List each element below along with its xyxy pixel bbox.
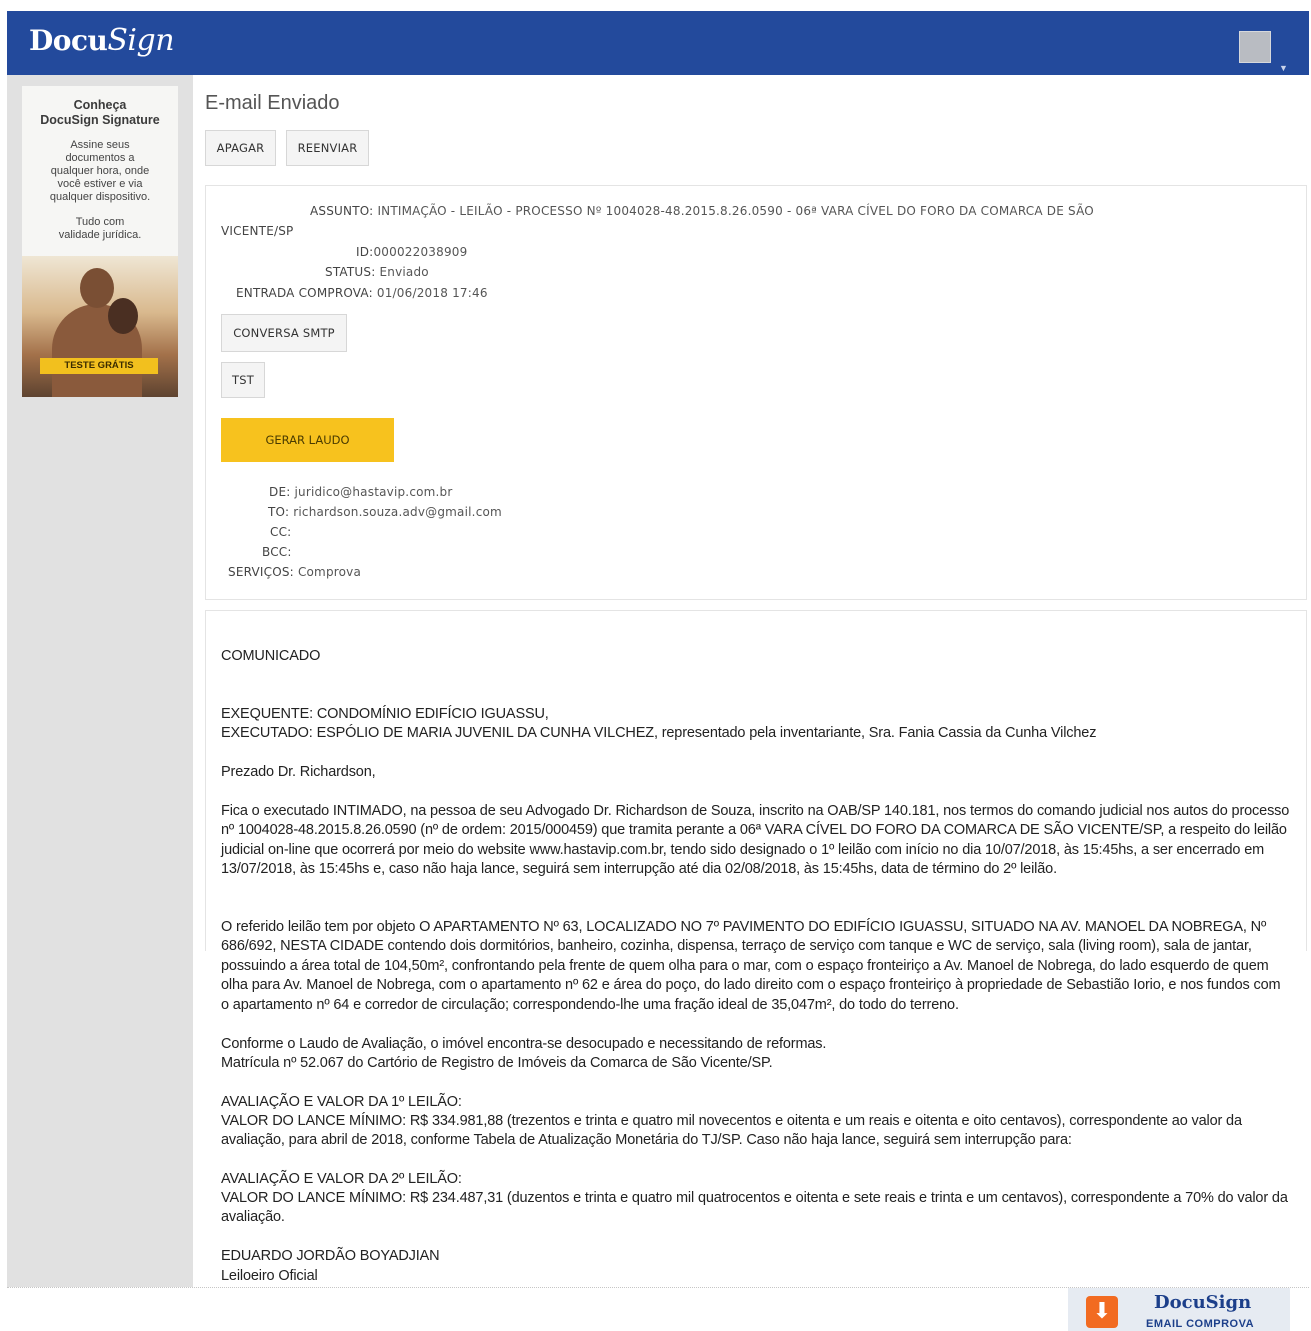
subject-label: ASSUNTO: xyxy=(310,204,374,218)
user-avatar[interactable] xyxy=(1239,31,1271,63)
photo-figure xyxy=(80,268,114,308)
message-heading: COMUNICADO xyxy=(221,648,321,664)
promo-text-line: você estiver e via xyxy=(57,178,143,190)
from-row: DE: juridico@hastavip.com.br xyxy=(269,485,453,499)
subject-value: INTIMAÇÃO - LEILÃO - PROCESSO Nº 1004028… xyxy=(377,204,1094,218)
badge-subtitle: EMAIL COMPROVA xyxy=(1146,1318,1255,1330)
chevron-down-icon[interactable]: ▼ xyxy=(1279,63,1288,73)
download-arrow-icon: ⬇ xyxy=(1086,1296,1118,1328)
to-label: TO: xyxy=(268,505,290,519)
delete-button[interactable]: APAGAR xyxy=(205,130,276,166)
photo-figure xyxy=(108,298,138,334)
paragraph-appraisal-note: Conforme o Laudo de Avaliação, o imóvel … xyxy=(221,1036,827,1052)
page-title: E-mail Enviado xyxy=(205,92,340,114)
entry-label: ENTRADA COMPROVA: xyxy=(236,286,373,300)
promo-text-line: Assine seus xyxy=(70,139,130,151)
entry-row: ENTRADA COMPROVA: 01/06/2018 17:46 xyxy=(236,286,488,300)
promo-title-line: DocuSign Signature xyxy=(40,113,160,127)
logo-text: Docu xyxy=(29,24,108,57)
services-row: SERVIÇOS: Comprova xyxy=(228,565,361,579)
id-row: ID:000022038909 xyxy=(356,245,467,259)
signer-name: EDUARDO JORDÃO BOYADJIAN xyxy=(221,1248,440,1264)
cc-label: CC: xyxy=(270,525,292,539)
free-trial-button[interactable]: TESTE GRÁTIS xyxy=(40,358,158,374)
promo-text-line: qualquer hora, onde xyxy=(50,165,150,177)
id-value: 000022038909 xyxy=(373,245,468,259)
executado-line: EXECUTADO: ESPÓLIO DE MARIA JUVENIL DA C… xyxy=(221,725,1097,741)
promo-text: Assine seus documentos a qualquer hora, … xyxy=(22,139,178,204)
top-navigation-bar: DocuSign ▼ xyxy=(7,11,1309,75)
signer-role: Leiloeiro Oficial xyxy=(221,1268,318,1284)
promo-text-line: qualquer dispositivo. xyxy=(49,191,151,203)
promo-text-line: documentos a xyxy=(65,152,135,164)
services-label: SERVIÇOS: xyxy=(228,565,294,579)
id-label: ID: xyxy=(356,245,374,259)
to-row: TO: richardson.souza.adv@gmail.com xyxy=(268,505,502,519)
resend-button[interactable]: REENVIAR xyxy=(286,130,369,166)
promo-text-line: validade jurídica. xyxy=(58,229,142,241)
exequente-line: EXEQUENTE: CONDOMÍNIO EDIFÍCIO IGUASSU, xyxy=(221,706,549,722)
tst-button[interactable]: TST xyxy=(221,362,265,398)
second-auction-text: VALOR DO LANCE MÍNIMO: R$ 234.487,31 (du… xyxy=(221,1190,1288,1226)
promo-title: Conheça DocuSign Signature xyxy=(22,98,178,128)
bcc-row: BCC: xyxy=(262,545,292,559)
from-label: DE: xyxy=(269,485,291,499)
cc-row: CC: xyxy=(270,525,291,539)
docusign-logo[interactable]: DocuSign xyxy=(29,23,175,58)
promo-title-line: Conheça xyxy=(73,98,127,112)
promo-banner[interactable]: Conheça DocuSign Signature Assine seus d… xyxy=(22,86,178,397)
promo-photo: TESTE GRÁTIS xyxy=(22,256,178,397)
first-auction-title: AVALIAÇÃO E VALOR DA 1º LEILÃO: xyxy=(221,1094,462,1110)
smtp-conversation-button[interactable]: CONVERSA SMTP xyxy=(221,314,347,352)
logo-script-text: Sign xyxy=(107,23,175,58)
second-auction-title: AVALIAÇÃO E VALOR DA 2º LEILÃO: xyxy=(221,1171,462,1187)
status-value: Enviado xyxy=(379,265,429,279)
docusign-comprova-badge[interactable]: ⬇ DocuSign EMAIL COMPROVA xyxy=(1068,1288,1290,1331)
subject-value-continued: VICENTE/SP xyxy=(221,224,294,238)
promo-text-2: Tudo com validade jurídica. xyxy=(22,216,178,242)
services-value: Comprova xyxy=(297,565,362,579)
to-value: richardson.souza.adv@gmail.com xyxy=(293,505,502,519)
status-label: STATUS: xyxy=(325,265,376,279)
promo-text-line: Tudo com xyxy=(75,216,125,228)
bcc-label: BCC: xyxy=(262,545,292,559)
generate-report-button[interactable]: GERAR LAUDO xyxy=(221,418,394,462)
badge-logo: DocuSign xyxy=(1154,1292,1252,1313)
greeting: Prezado Dr. Richardson, xyxy=(221,764,376,780)
entry-value: 01/06/2018 17:46 xyxy=(376,286,488,300)
status-row: STATUS: Enviado xyxy=(325,265,429,279)
paragraph-object: O referido leilão tem por objeto O APART… xyxy=(221,919,1281,1013)
subject-row: ASSUNTO: INTIMAÇÃO - LEILÃO - PROCESSO N… xyxy=(310,204,1094,218)
from-value: juridico@hastavip.com.br xyxy=(294,485,453,499)
paragraph-registry: Matrícula nº 52.067 do Cartório de Regis… xyxy=(221,1055,773,1071)
first-auction-text: VALOR DO LANCE MÍNIMO: R$ 334.981,88 (tr… xyxy=(221,1113,1242,1149)
paragraph-intimation: Fica o executado INTIMADO, na pessoa de … xyxy=(221,803,1290,878)
